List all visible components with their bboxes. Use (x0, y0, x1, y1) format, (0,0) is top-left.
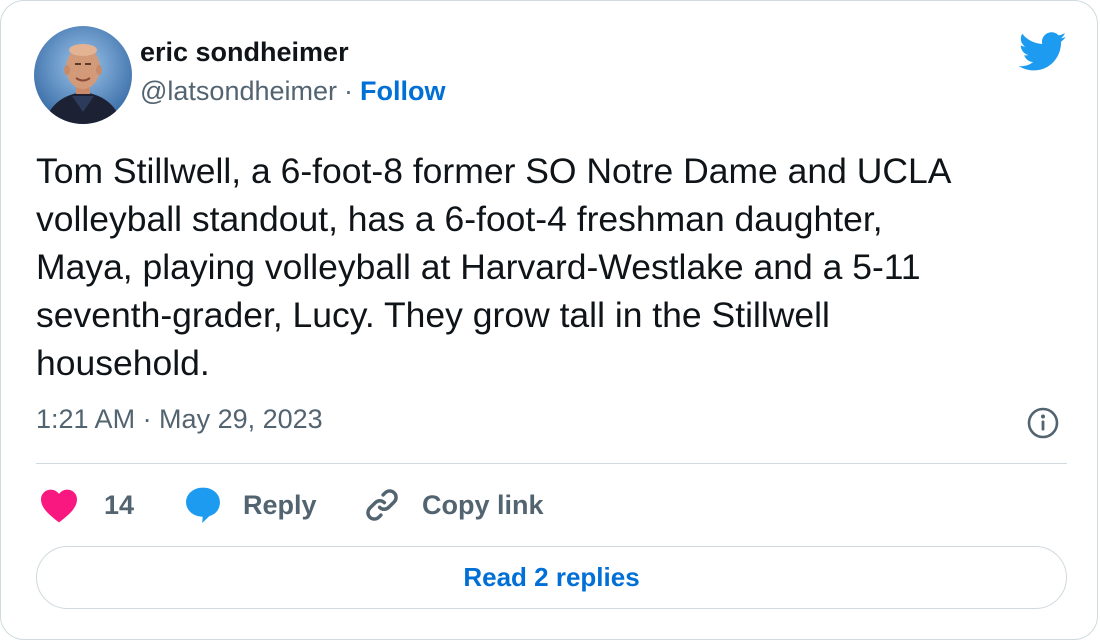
tweet-embed-card: eric sondheimer @latsondheimer · Follow To… (0, 0, 1098, 640)
separator-dot: · (344, 76, 354, 106)
tweet-text: Tom Stillwell, a 6-foot-8 former SO Notr… (36, 151, 952, 383)
divider (36, 463, 1067, 464)
heart-icon (41, 489, 77, 523)
twitter-bird-icon[interactable] (1018, 32, 1067, 72)
copy-link-button[interactable]: Copy link (363, 483, 544, 527)
read-replies-button[interactable]: Read 2 replies (36, 546, 1067, 609)
copy-link-label: Copy link (422, 489, 544, 520)
author-name[interactable]: eric sondheimer (140, 37, 349, 68)
tweet-timestamp[interactable]: 1:21 AM · May 29, 2023 (36, 404, 323, 435)
reply-button[interactable]: Reply (184, 483, 317, 527)
speech-bubble-icon (186, 487, 220, 524)
info-icon[interactable] (1026, 406, 1060, 440)
author-handle-row: @latsondheimer · Follow (140, 76, 446, 107)
avatar[interactable] (34, 26, 132, 124)
author-handle[interactable]: @latsondheimer (140, 76, 337, 106)
follow-button[interactable]: Follow (360, 76, 445, 106)
reply-label: Reply (243, 489, 317, 520)
like-button[interactable]: 14 (39, 483, 134, 527)
link-icon (366, 489, 398, 521)
like-count: 14 (104, 489, 135, 520)
